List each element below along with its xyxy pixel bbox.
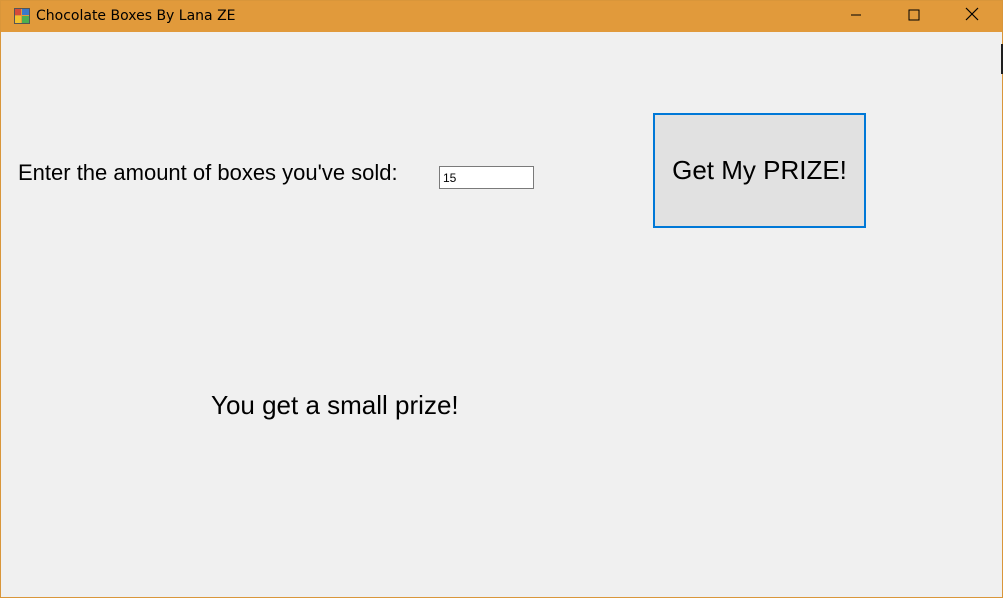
close-button[interactable] — [943, 1, 1001, 32]
boxes-sold-label: Enter the amount of boxes you've sold: — [18, 160, 398, 185]
close-icon — [965, 7, 979, 26]
prize-result-label: You get a small prize! — [211, 390, 459, 420]
app-window: Chocolate Boxes By Lana ZE Enter the amo… — [0, 0, 1003, 598]
maximize-button[interactable] — [885, 1, 943, 32]
title-bar[interactable]: Chocolate Boxes By Lana ZE — [1, 1, 1002, 32]
window-title: Chocolate Boxes By Lana ZE — [36, 8, 236, 24]
form-client-area: Enter the amount of boxes you've sold: G… — [1, 32, 1002, 597]
app-icon[interactable] — [14, 8, 30, 24]
minimize-icon — [850, 8, 862, 26]
get-prize-button[interactable]: Get My PRIZE! — [653, 113, 866, 228]
boxes-sold-input[interactable] — [439, 166, 534, 189]
minimize-button[interactable] — [827, 1, 885, 32]
maximize-icon — [908, 8, 920, 26]
